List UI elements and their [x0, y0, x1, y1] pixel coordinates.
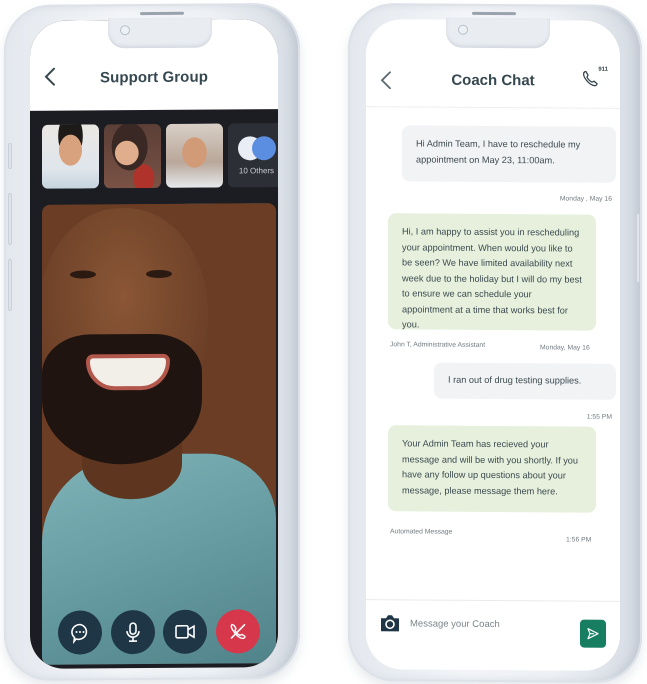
phone-support-group: Support Group 10 Others: [4, 2, 300, 682]
end-call-icon: [230, 623, 246, 640]
chat-bubble-icon: [71, 623, 88, 644]
participant-thumbnails: 10 Others: [42, 123, 278, 189]
speaker-grille: [472, 11, 516, 16]
front-camera-icon: [458, 24, 468, 35]
page-title: Support Group: [100, 68, 208, 87]
back-button[interactable]: [40, 65, 60, 89]
volume-up-button: [8, 192, 12, 246]
message-composer: [366, 599, 620, 671]
message-incoming: Your Admin Team has recieved your messag…: [388, 425, 596, 513]
message-timestamp: Monday, May 16: [540, 344, 590, 352]
others-participants-button[interactable]: 10 Others: [228, 123, 278, 188]
message-incoming: Hi, I am happy to assist you in reschedu…: [388, 213, 596, 331]
message-input[interactable]: [410, 612, 560, 636]
message-timestamp: 1:55 PM: [586, 413, 612, 421]
participant-thumbnail[interactable]: [166, 123, 223, 188]
volume-down-button: [8, 258, 12, 312]
send-icon: [587, 628, 599, 640]
camera-button[interactable]: [380, 614, 400, 632]
front-camera-icon: [120, 25, 130, 36]
speaker-grille: [140, 11, 184, 16]
notch: [108, 17, 212, 49]
message-outgoing: Hi Admin Team, I have to reschedule my a…: [402, 125, 616, 183]
camera-icon: [381, 615, 399, 632]
power-button: [636, 212, 640, 284]
others-count-label: 10 Others: [238, 165, 275, 175]
microphone-icon: [125, 622, 140, 642]
chat-button[interactable]: [58, 610, 102, 655]
phone-coach-chat: Coach Chat 911 Hi Admin Team, I have to …: [348, 2, 642, 684]
message-timestamp: 1:56 PM: [566, 536, 592, 544]
coach-chat-screen: Coach Chat 911 Hi Admin Team, I have to …: [366, 19, 620, 671]
support-group-screen: Support Group 10 Others: [30, 19, 278, 669]
call-controls: [44, 609, 274, 655]
call-badge-911: 911: [598, 66, 608, 73]
message-list: Hi Admin Team, I have to reschedule my a…: [366, 119, 620, 544]
message-sender: John T, Administrative Assistant: [390, 341, 486, 349]
video-camera-icon: [175, 624, 196, 639]
participant-thumbnail[interactable]: [42, 124, 99, 189]
mute-switch: [8, 142, 12, 170]
main-video-feed: [42, 203, 276, 665]
message-outgoing: I ran out of drug testing supplies.: [434, 362, 616, 400]
phone-icon: [582, 70, 598, 87]
message-sender: Automated Message: [390, 528, 453, 536]
send-button[interactable]: [580, 619, 606, 648]
message-timestamp: Monday , May 16: [559, 195, 612, 203]
video-toggle-button[interactable]: [163, 609, 208, 654]
emergency-call-button[interactable]: 911: [582, 67, 608, 91]
participant-thumbnail[interactable]: [104, 123, 161, 189]
notch: [446, 17, 550, 49]
microphone-button[interactable]: [110, 609, 155, 655]
end-call-button[interactable]: [215, 609, 260, 654]
chevron-left-icon: [44, 67, 55, 86]
others-avatars-icon: [237, 135, 276, 160]
